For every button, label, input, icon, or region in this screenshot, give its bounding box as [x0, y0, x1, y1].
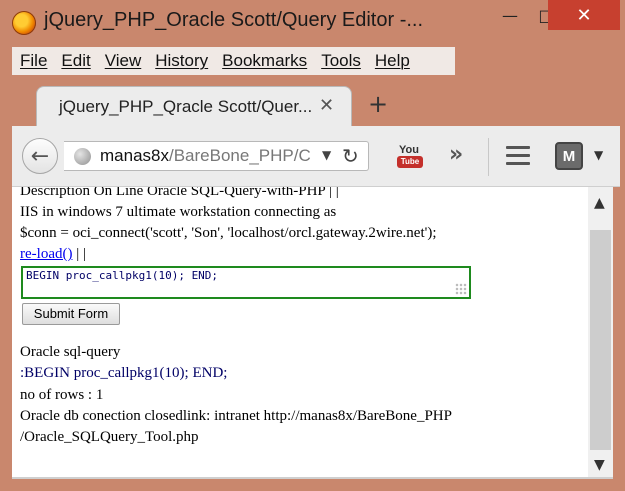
closed-line-2: /Oracle_SQLQuery_Tool.php — [20, 429, 199, 445]
menu-bar: File Edit View History Bookmarks Tools H… — [12, 47, 455, 75]
tab-title: jQuery_PHP_Qracle Scott/Quer... — [59, 97, 313, 116]
close-window-button[interactable]: ✕ — [548, 0, 620, 30]
firefox-icon — [12, 11, 36, 35]
back-arrow-icon: ← — [30, 143, 50, 169]
url-host: manas8x — [100, 146, 169, 165]
vertical-scrollbar[interactable]: ▲ ▼ — [588, 187, 613, 477]
tab-close-icon[interactable]: ✕ — [319, 95, 334, 116]
conn-line: $conn = oci_connect('scott', 'Son', 'loc… — [20, 225, 437, 241]
page-content: Description On Line Oracle SQL-Query-wit… — [12, 187, 588, 477]
query-editor[interactable]: BEGIN proc_callpkg1(10); END; — [21, 266, 471, 299]
reload-icon[interactable]: ↻ — [342, 144, 359, 168]
reload-line: re-load() | | — [20, 246, 86, 263]
menu-edit[interactable]: Edit — [61, 51, 90, 71]
navigation-toolbar: ← manas8x/BareBone_PHP/C ▼ ↻ You Tube » … — [12, 126, 620, 187]
youtube-bottom-label: Tube — [397, 156, 423, 168]
url-bar[interactable]: manas8x/BareBone_PHP/C ▼ ↻ — [64, 141, 369, 171]
description-line: Description On Line Oracle SQL-Query-wit… — [20, 187, 339, 199]
scroll-thumb[interactable] — [590, 230, 611, 450]
extension-icon[interactable]: M — [555, 142, 583, 170]
menu-view[interactable]: View — [105, 51, 142, 71]
hamburger-menu-icon[interactable] — [506, 146, 530, 166]
url-dropdown-icon[interactable]: ▼ — [322, 148, 331, 162]
back-button[interactable]: ← — [22, 138, 58, 174]
resize-grip-icon[interactable] — [455, 283, 467, 295]
extension-dropdown-icon[interactable]: ▼ — [594, 148, 603, 162]
url-path: /BareBone_PHP/C — [168, 146, 311, 165]
window-bottom-edge — [12, 477, 613, 479]
menu-help[interactable]: Help — [375, 51, 410, 71]
result-heading: Oracle sql-query — [20, 344, 121, 360]
reload-suffix: | | — [72, 246, 86, 262]
tab-active[interactable]: jQuery_PHP_Qracle Scott/Quer... ✕ — [36, 86, 352, 126]
scroll-up-icon[interactable]: ▲ — [594, 195, 605, 211]
closed-line: Oracle db conection closedlink: intranet… — [20, 408, 452, 424]
scroll-down-icon[interactable]: ▼ — [594, 457, 605, 473]
window-title: jQuery_PHP_Oracle Scott/Query Editor -..… — [44, 9, 424, 31]
url-text: manas8x/BareBone_PHP/C — [100, 146, 311, 166]
youtube-top-label: You — [399, 144, 419, 156]
result-query: :BEGIN proc_callpkg1(10); END; — [20, 365, 228, 381]
new-tab-button[interactable]: + — [368, 90, 388, 118]
globe-icon — [74, 148, 91, 165]
minimize-button[interactable]: — — [488, 0, 532, 30]
submit-form-button[interactable]: Submit Form — [22, 303, 120, 325]
browser-window: jQuery_PHP_Oracle Scott/Query Editor -..… — [0, 0, 625, 491]
menu-tools[interactable]: Tools — [321, 51, 361, 71]
tab-strip: jQuery_PHP_Qracle Scott/Quer... ✕ + — [12, 82, 620, 126]
menu-file[interactable]: File — [20, 51, 47, 71]
toolbar-divider — [488, 138, 489, 176]
row-count: no of rows : 1 — [20, 387, 104, 403]
overflow-chevron-icon[interactable]: » — [449, 142, 463, 167]
title-bar: jQuery_PHP_Oracle Scott/Query Editor -..… — [0, 0, 625, 46]
query-text: BEGIN proc_callpkg1(10); END; — [26, 269, 219, 282]
reload-link[interactable]: re-load() — [20, 246, 72, 262]
menu-history[interactable]: History — [155, 51, 208, 71]
menu-bookmarks[interactable]: Bookmarks — [222, 51, 307, 71]
iis-line: IIS in windows 7 ultimate workstation co… — [20, 204, 337, 220]
youtube-icon[interactable]: You Tube — [397, 144, 423, 170]
